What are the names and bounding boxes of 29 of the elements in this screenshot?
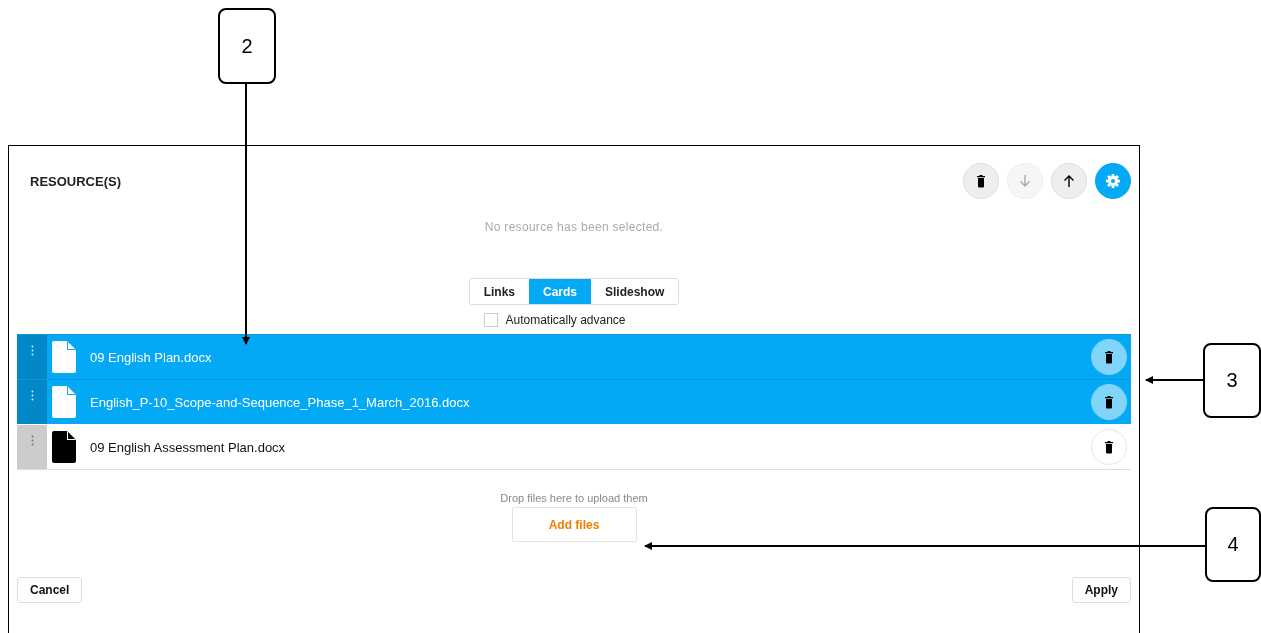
empty-message: No resource has been selected.: [484, 220, 664, 234]
file-icon: [52, 431, 76, 463]
settings-icon: [1105, 173, 1121, 189]
callout-label: 4: [1205, 507, 1261, 582]
settings-button[interactable]: [1095, 163, 1131, 199]
checkbox-label: Automatically advance: [505, 313, 626, 327]
delete-button[interactable]: [1091, 384, 1127, 420]
arrow-down-icon: [1018, 174, 1032, 188]
delete-button[interactable]: [1091, 339, 1127, 375]
callout-arrow: [1145, 376, 1204, 384]
drop-hint: Drop files here to upload them: [500, 492, 648, 504]
callout-label: 3: [1203, 343, 1261, 418]
drag-handle-icon[interactable]: [30, 390, 34, 401]
apply-button[interactable]: Apply: [1071, 577, 1131, 603]
delete-button[interactable]: [963, 163, 999, 199]
file-name: English_P-10_Scope-and-Sequence_Phase_1_March_2016.docx: [90, 394, 471, 410]
arrow-up-icon: [1062, 174, 1076, 188]
file-name: 09 English Plan.docx: [90, 349, 213, 365]
cancel-button[interactable]: Cancel: [17, 577, 83, 603]
file-icon: [52, 341, 76, 373]
dialog-title: RESOURCE(S): [30, 173, 121, 189]
file-name: 09 English Assessment Plan.docx: [90, 439, 287, 455]
drag-handle-icon[interactable]: [30, 345, 34, 356]
up-button[interactable]: [1051, 163, 1087, 199]
drag-handle-icon[interactable]: [30, 435, 34, 446]
callout-label: 2: [218, 8, 276, 84]
file-icon: [52, 386, 76, 418]
delete-button[interactable]: [1091, 429, 1127, 465]
checkbox[interactable]: [484, 313, 499, 327]
